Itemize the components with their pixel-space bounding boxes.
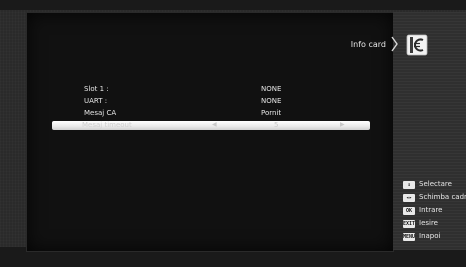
arrow-left-icon[interactable]: ◀ xyxy=(212,121,217,128)
legend-label: Iesire xyxy=(419,219,438,227)
legend-label: Intrare xyxy=(419,206,443,214)
left-right-icon: ◂▸ xyxy=(403,194,415,202)
legend-label: Inapoi xyxy=(419,232,441,240)
top-band xyxy=(0,0,466,10)
ok-button-icon: OK xyxy=(403,207,415,215)
page-title: Info card xyxy=(350,40,386,49)
row-value: NONE xyxy=(261,85,282,93)
bracket-icon xyxy=(391,36,398,52)
message-timeout-row[interactable]: Mesaj timeout ◀ 5 ▶ xyxy=(52,121,370,130)
legend-back: MENU Inapoi xyxy=(403,232,466,243)
arrow-right-icon[interactable]: ▶ xyxy=(340,121,345,128)
ca-message-row[interactable]: Mesaj CA Pornit xyxy=(81,108,327,119)
exit-button-icon: EXIT xyxy=(403,220,416,228)
menu-button-icon: MENU xyxy=(403,233,416,241)
smart-card-icon xyxy=(406,34,428,56)
row-label: Mesaj CA xyxy=(84,109,117,117)
legend-select: ↕ Selectare xyxy=(403,180,466,191)
uart-row[interactable]: UART : NONE xyxy=(81,96,327,107)
slot-1-row[interactable]: Slot 1 : NONE xyxy=(81,84,327,95)
legend-label: Schimba cadr xyxy=(419,193,466,201)
row-value: Pornit xyxy=(261,109,282,117)
legend-change: ◂▸ Schimba cadr xyxy=(403,193,466,204)
row-label: Mesaj timeout xyxy=(82,121,132,129)
up-down-icon: ↕ xyxy=(403,181,415,189)
row-value: 5 xyxy=(274,121,279,129)
tv-menu-screen: Info card Slot 1 : NONE UART : NONE Mesa… xyxy=(0,0,466,267)
legend-enter: OK Intrare xyxy=(403,206,466,217)
legend-label: Selectare xyxy=(419,180,452,188)
row-label: UART : xyxy=(84,97,108,105)
legend-exit: EXIT Iesire xyxy=(403,219,466,230)
row-label: Slot 1 : xyxy=(84,85,109,93)
row-value: NONE xyxy=(261,97,282,105)
